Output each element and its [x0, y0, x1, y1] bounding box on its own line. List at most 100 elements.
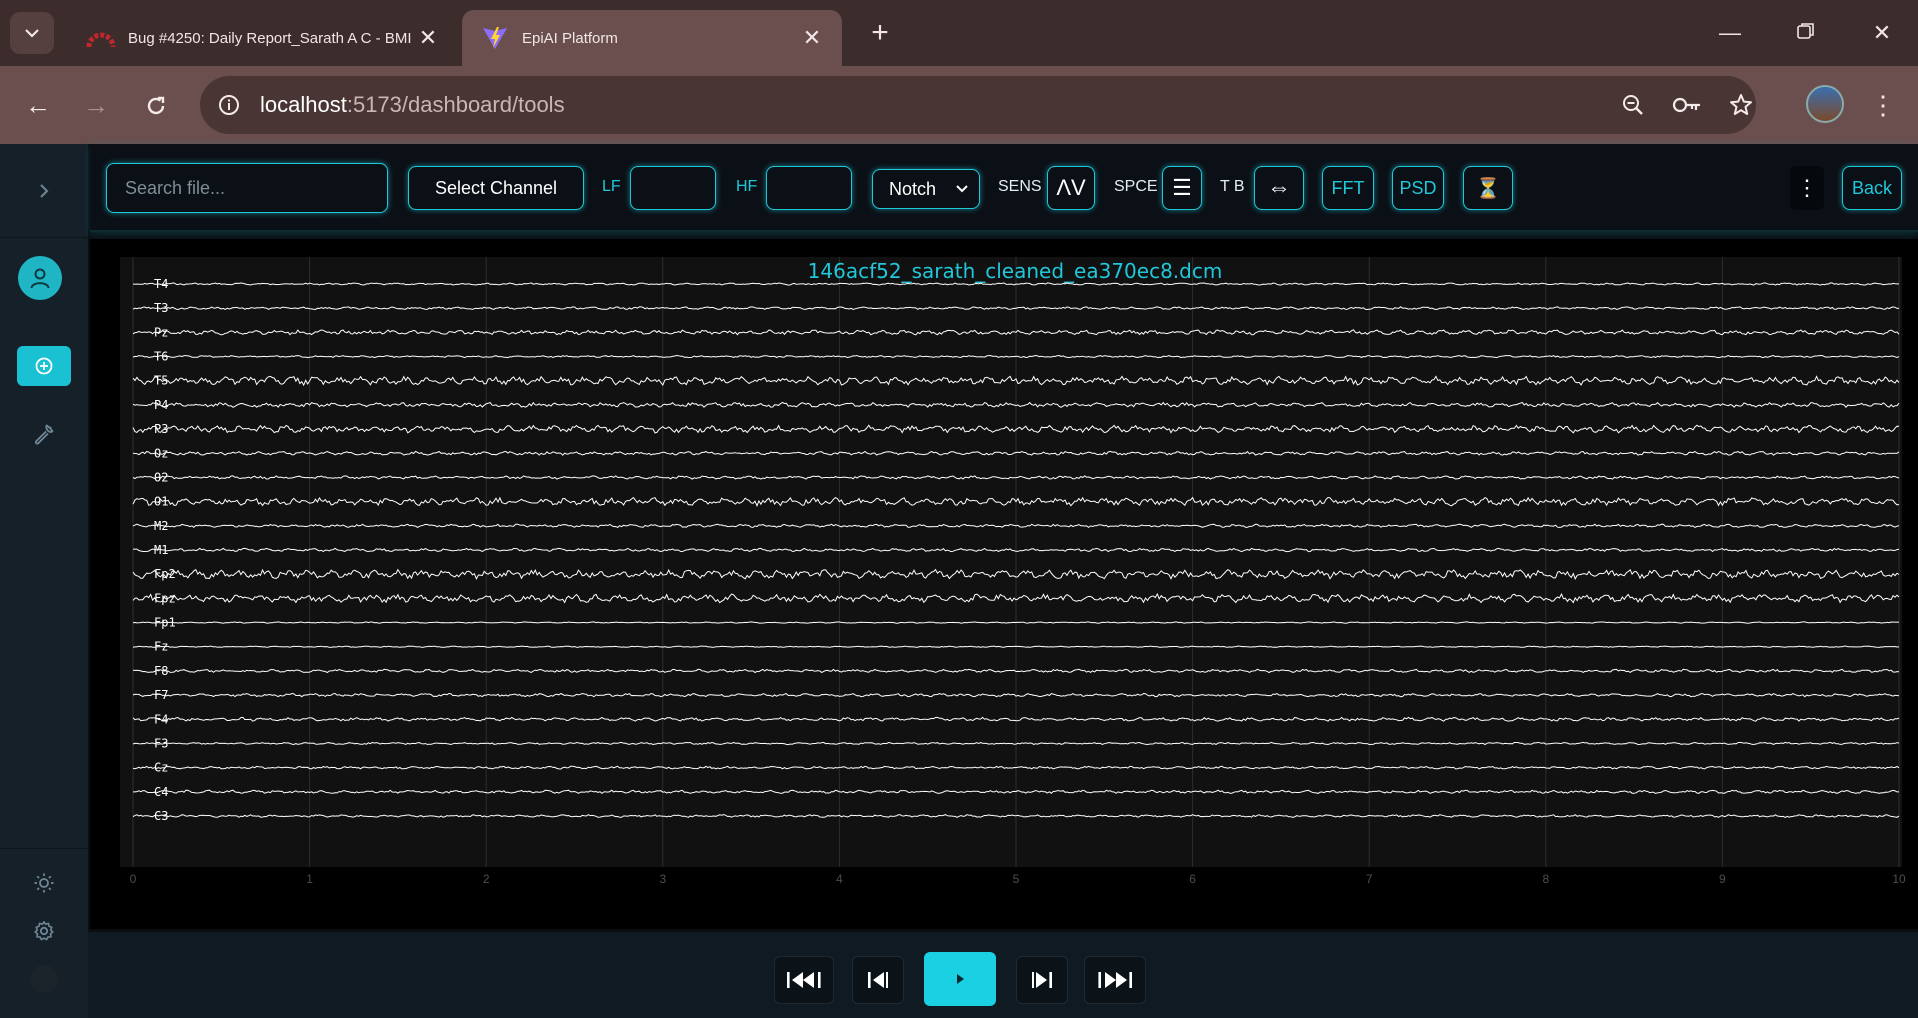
- minimize-icon[interactable]: —: [1710, 16, 1750, 52]
- play-button[interactable]: [924, 952, 996, 1006]
- browser-toolbar: ← → localhost:5173/dashboard/tools ⋮: [0, 66, 1918, 144]
- redmine-icon: [86, 25, 116, 51]
- spacing-button[interactable]: ☰: [1162, 166, 1202, 210]
- notch-label: Notch: [889, 178, 937, 199]
- tab-search-button[interactable]: [10, 12, 54, 54]
- sidebar-footer: [0, 848, 88, 1018]
- step-forward-icon: [1032, 972, 1052, 988]
- hourglass-button[interactable]: ⏳: [1463, 166, 1513, 210]
- play-icon: [957, 974, 964, 984]
- add-button[interactable]: [17, 346, 71, 386]
- sidebar-extra-item[interactable]: [30, 965, 58, 993]
- x-tick-label: 3: [659, 872, 666, 886]
- chevron-right-icon: [40, 183, 49, 198]
- channel-label: Fz: [154, 640, 168, 654]
- skip-to-end-button[interactable]: [1084, 956, 1146, 1004]
- search-placeholder: Search file...: [125, 177, 226, 198]
- hf-input[interactable]: [766, 166, 852, 210]
- more-options-icon[interactable]: ⋮: [1790, 166, 1824, 210]
- playback-bar: [88, 932, 1918, 1018]
- bookmark-star-icon[interactable]: [1724, 88, 1758, 122]
- sensitivity-icon: ΛV: [1056, 175, 1086, 200]
- site-info-icon[interactable]: [212, 88, 246, 122]
- url-path: :5173/dashboard/tools: [346, 92, 565, 117]
- channel-label: F3: [154, 736, 168, 750]
- theme-sun-icon[interactable]: [30, 869, 58, 897]
- profile-avatar[interactable]: [1806, 85, 1844, 123]
- tab-title: Bug #4250: Daily Report_Sarath A C - BMI: [128, 29, 412, 47]
- tab-bug-report[interactable]: Bug #4250: Daily Report_Sarath A C - BMI…: [68, 10, 458, 66]
- step-back-button[interactable]: [852, 956, 904, 1004]
- tab-epiai-platform[interactable]: EpiAI Platform ✕: [462, 10, 842, 66]
- channel-label: M1: [154, 543, 168, 557]
- forward-arrow-icon[interactable]: →: [76, 86, 116, 126]
- x-tick-label: 10: [1892, 872, 1906, 886]
- sidebar: [0, 144, 88, 1018]
- close-icon[interactable]: ✕: [416, 25, 440, 51]
- close-window-icon[interactable]: ✕: [1862, 16, 1902, 52]
- x-tick-label: 1: [306, 872, 313, 886]
- zoom-out-icon[interactable]: [1616, 88, 1650, 122]
- fft-label: FFT: [1331, 177, 1365, 198]
- step-forward-button[interactable]: [1016, 956, 1068, 1004]
- back-button[interactable]: Back: [1842, 166, 1902, 210]
- skip-to-start-icon: [787, 972, 821, 988]
- lf-label: LF: [602, 178, 621, 195]
- spce-label: SPCE: [1114, 178, 1158, 195]
- channel-label: Fp2: [154, 567, 176, 581]
- menu-lines-icon: ☰: [1172, 175, 1192, 200]
- tab-title: EpiAI Platform: [522, 29, 618, 47]
- address-bar[interactable]: localhost:5173/dashboard/tools: [200, 76, 1756, 134]
- psd-label: PSD: [1399, 177, 1437, 198]
- plus-circle-icon: [35, 357, 53, 375]
- channel-label: O1: [154, 495, 168, 509]
- double-arrow-icon: ⇔: [1267, 174, 1291, 201]
- url-host: localhost: [260, 92, 347, 117]
- hourglass-icon: ⏳: [1475, 177, 1501, 200]
- channel-label: T6: [154, 350, 168, 364]
- vite-icon: [480, 25, 510, 51]
- plot-area: [120, 257, 1902, 867]
- x-tick-label: 9: [1719, 872, 1726, 886]
- channel-label: T3: [154, 301, 168, 315]
- chart-title: 146acf52_sarath_cleaned_ea370ec8.dcm: [808, 259, 1223, 283]
- restore-icon[interactable]: [1786, 16, 1826, 52]
- timebase-button[interactable]: ⇔: [1254, 166, 1304, 210]
- x-tick-label: 8: [1542, 872, 1549, 886]
- back-arrow-icon[interactable]: ←: [18, 86, 58, 126]
- back-label: Back: [1851, 177, 1893, 198]
- channel-label: M2: [154, 519, 168, 533]
- search-file-input[interactable]: Search file...: [106, 163, 388, 213]
- skip-to-start-button[interactable]: [774, 956, 834, 1004]
- sidebar-expand-button[interactable]: [0, 144, 88, 238]
- channel-label: Pz: [154, 325, 168, 339]
- new-tab-button[interactable]: +: [862, 16, 898, 52]
- select-channel-button[interactable]: Select Channel: [408, 166, 584, 210]
- close-icon[interactable]: ✕: [800, 25, 824, 51]
- x-tick-label: 5: [1013, 872, 1020, 886]
- settings-gear-icon[interactable]: [30, 917, 58, 945]
- notch-select[interactable]: Notch: [872, 169, 980, 209]
- sensitivity-button[interactable]: ΛV: [1047, 166, 1095, 210]
- x-tick-label: 7: [1366, 872, 1373, 886]
- select-channel-label: Select Channel: [434, 177, 558, 198]
- channel-label: Fp1: [154, 616, 176, 630]
- skip-to-end-icon: [1098, 972, 1132, 988]
- channel-label: F8: [154, 664, 168, 678]
- browser-menu-icon[interactable]: ⋮: [1870, 86, 1896, 126]
- psd-button[interactable]: PSD: [1392, 166, 1444, 210]
- channel-label: Fpz: [154, 591, 176, 605]
- lf-input[interactable]: [630, 166, 716, 210]
- fft-button[interactable]: FFT: [1322, 166, 1374, 210]
- channel-label: P4: [154, 398, 168, 412]
- channel-label: Oz: [154, 446, 168, 460]
- reload-icon[interactable]: [136, 86, 176, 126]
- tools-wrench-icon[interactable]: [28, 418, 60, 450]
- channel-label: T4: [154, 277, 168, 291]
- key-icon[interactable]: [1670, 88, 1704, 122]
- user-avatar[interactable]: [18, 256, 62, 300]
- channel-label: P3: [154, 422, 168, 436]
- eeg-chart[interactable]: 0 1 2 3 4 5 6 7 8 9 10 146acf52_sarath_cleaned_ea37…: [90, 239, 1918, 929]
- channel-label: O2: [154, 470, 168, 484]
- channel-label: F4: [154, 712, 168, 726]
